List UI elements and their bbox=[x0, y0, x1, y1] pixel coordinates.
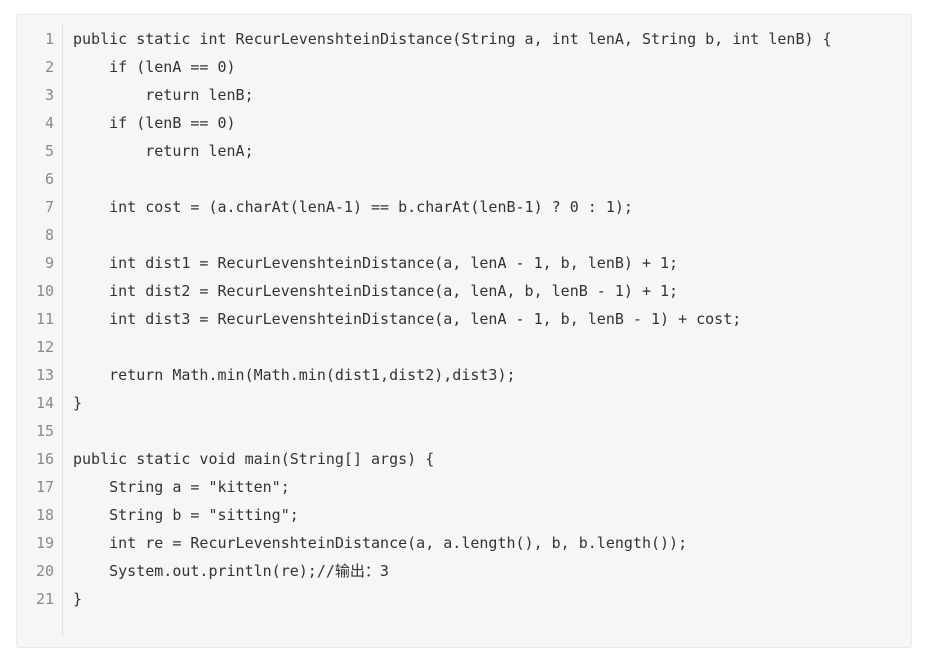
code-line: 14} bbox=[17, 389, 911, 417]
line-number: 13 bbox=[35, 366, 54, 384]
code-line: 16 public static void main(String[] args)… bbox=[17, 445, 911, 473]
code-line: 2 if (lenA == 0) bbox=[17, 53, 911, 81]
code-text: if (lenB == 0) bbox=[73, 114, 236, 132]
line-number: 21 bbox=[35, 590, 54, 608]
code-line: 9 int dist1 = RecurLevenshteinDistance(a… bbox=[17, 249, 911, 277]
code-line: 20 System.out.println(re);//输出：3 bbox=[17, 557, 911, 585]
code-line: 15 bbox=[17, 417, 911, 445]
code-text: if (lenA == 0) bbox=[73, 58, 236, 76]
code-line: 10 int dist2 = RecurLevenshteinDistance(… bbox=[17, 277, 911, 305]
line-number: 11 bbox=[35, 310, 54, 328]
line-number: 5 bbox=[44, 142, 54, 160]
code-line: 12 bbox=[17, 333, 911, 361]
code-line: 3 return lenB; bbox=[17, 81, 911, 109]
code-line: 13 return Math.min(Math.min(dist1,dist2)… bbox=[17, 361, 911, 389]
code-line: 19 int re = RecurLevenshteinDistance(a, … bbox=[17, 529, 911, 557]
code-line: 5 return lenA; bbox=[17, 137, 911, 165]
code-text: String b = "sitting"; bbox=[73, 506, 299, 524]
code-line: 11 int dist3 = RecurLevenshteinDistance(… bbox=[17, 305, 911, 333]
code-block: 1 public static int RecurLevenshteinDista… bbox=[16, 14, 912, 648]
line-number: 10 bbox=[35, 282, 54, 300]
code-text: } bbox=[73, 590, 83, 608]
code-text: int dist1 = RecurLevenshteinDistance(a, … bbox=[73, 254, 679, 272]
code-text: int dist2 = RecurLevenshteinDistance(a, … bbox=[73, 282, 679, 300]
code-text: } bbox=[73, 394, 83, 412]
line-number: 8 bbox=[44, 226, 54, 244]
line-number: 12 bbox=[35, 338, 54, 356]
code-text: return Math.min(Math.min(dist1,dist2),di… bbox=[73, 366, 516, 384]
line-number: 1 bbox=[44, 30, 54, 48]
code-text: int dist3 = RecurLevenshteinDistance(a, … bbox=[73, 310, 742, 328]
code-text: public static int RecurLevenshteinDistan… bbox=[73, 30, 832, 48]
code-line: 18 String b = "sitting"; bbox=[17, 501, 911, 529]
code-line: 17 String a = "kitten"; bbox=[17, 473, 911, 501]
code-line: 1 public static int RecurLevenshteinDista… bbox=[17, 25, 911, 53]
line-number: 2 bbox=[44, 58, 54, 76]
code-line: 8 bbox=[17, 221, 911, 249]
line-number: 6 bbox=[44, 170, 54, 188]
line-number: 18 bbox=[35, 506, 54, 524]
code-line: 6 bbox=[17, 165, 911, 193]
code-text: int cost = (a.charAt(lenA-1) == b.charAt… bbox=[73, 198, 633, 216]
code-line: 7 int cost = (a.charAt(lenA-1) == b.char… bbox=[17, 193, 911, 221]
line-number: 14 bbox=[35, 394, 54, 412]
line-number: 17 bbox=[35, 478, 54, 496]
line-number: 20 bbox=[35, 562, 54, 580]
line-number: 16 bbox=[35, 450, 54, 468]
code-text: int re = RecurLevenshteinDistance(a, a.l… bbox=[73, 534, 688, 552]
code-line: 21} bbox=[17, 585, 911, 613]
code-line: 4 if (lenB == 0) bbox=[17, 109, 911, 137]
line-number: 9 bbox=[44, 254, 54, 272]
line-number: 3 bbox=[44, 86, 54, 104]
code-text: public static void main(String[] args) { bbox=[73, 450, 435, 468]
code-text: return lenB; bbox=[73, 86, 254, 104]
code-text: String a = "kitten"; bbox=[73, 478, 290, 496]
line-number: 19 bbox=[35, 534, 54, 552]
line-number: 15 bbox=[35, 422, 54, 440]
code-lines: 1 public static int RecurLevenshteinDista… bbox=[17, 25, 911, 613]
line-number: 4 bbox=[44, 114, 54, 132]
line-number: 7 bbox=[44, 198, 54, 216]
code-text: return lenA; bbox=[73, 142, 254, 160]
code-text: System.out.println(re);//输出：3 bbox=[73, 562, 389, 580]
